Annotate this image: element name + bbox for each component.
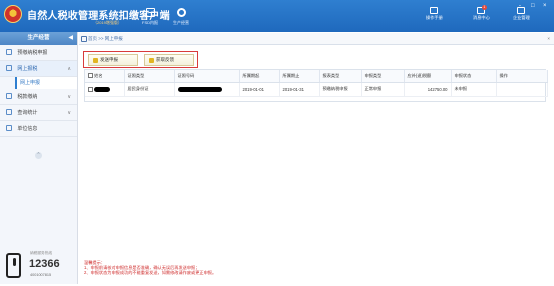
chevron-down-icon: ∨	[67, 94, 71, 100]
notes-panel: 温馨提示： 1、申报前请核对申报信息是否准确，确认无误后再发送申报； 2、申报状…	[84, 260, 544, 276]
send-declaration-button[interactable]: 发送申报	[88, 54, 138, 66]
message-center-button[interactable]: 1 消息中心	[473, 5, 490, 21]
sidebar: 生产经营 ◀ 预缴纳税申报 网上报税 ∧ 网上申报 税款缴纳 ∨ 查询统计 ∨ …	[0, 32, 78, 284]
manual-button[interactable]: 操作手册	[426, 7, 443, 21]
form-icon	[6, 49, 12, 55]
send-icon	[6, 65, 12, 71]
sidebar-item-online-tax[interactable]: 网上报税 ∧	[0, 61, 77, 77]
redacted-name	[94, 86, 111, 92]
period-end-cell: 2019-01-31	[279, 82, 320, 97]
fsd-button[interactable]: FSD内报	[139, 8, 161, 26]
manual-label: 操作手册	[426, 15, 443, 20]
company-management-label: 企业管理	[513, 15, 530, 20]
action-cell[interactable]	[496, 82, 548, 97]
production-label: 生产经营	[173, 20, 189, 25]
tax-emblem-logo	[4, 5, 22, 23]
production-button[interactable]: 生产经营	[170, 8, 192, 26]
declare-type-cell: 正常申报	[361, 82, 405, 97]
header-report-type: 报表类型	[319, 70, 362, 83]
header-id-type: 证照类型	[124, 70, 175, 83]
gear-icon	[176, 8, 186, 17]
id-number-cell	[174, 82, 240, 97]
sidebar-item-unit-info[interactable]: 单位信息	[0, 121, 77, 137]
declare-toolbar: 发送申报 获取反馈	[83, 51, 198, 68]
sidebar-title: 生产经营 ◀	[0, 32, 77, 45]
breadcrumb-separator: >>	[97, 36, 105, 41]
header-name[interactable]: 姓名	[85, 70, 125, 83]
hotline-subnumber: 4001007815	[30, 273, 52, 277]
header-period-end: 所属期止	[279, 70, 320, 83]
chevron-down-icon: ∨	[67, 110, 71, 116]
sidebar-scroll-button[interactable]: ⌃	[35, 152, 42, 159]
breadcrumb-current: 网上申报	[104, 36, 123, 41]
breadcrumb-home[interactable]: 首页	[88, 36, 97, 41]
home-icon	[81, 36, 87, 42]
app-header: 自然人税收管理系统扣缴客户端 （2019增强版） FSD内报 生产经营 操作手册…	[0, 0, 554, 32]
notes-line-2: 2、申报状态为申报成功的不能重复发送，如需修改请作废或更正申报。	[84, 270, 217, 276]
close-button[interactable]: ×	[543, 3, 547, 9]
header-id-number: 证照号码	[174, 70, 240, 83]
company-management-button[interactable]: 企业管理	[513, 7, 530, 21]
fetch-feedback-button[interactable]: 获取反馈	[144, 54, 194, 66]
search-icon	[6, 109, 12, 115]
period-start-cell: 2019-01-01	[239, 82, 280, 97]
row-checkbox[interactable]	[88, 86, 93, 92]
fsd-label: FSD内报	[142, 20, 158, 25]
hotline-number: 12366	[29, 258, 60, 270]
feedback-icon	[149, 58, 154, 63]
sidebar-collapse-icon[interactable]: ◀	[68, 32, 73, 45]
table-row[interactable]: 居民身份证 2019-01-01 2019-01-31 预缴纳税申报 正常申报 …	[85, 82, 548, 97]
select-all-checkbox[interactable]	[88, 72, 93, 78]
report-type-cell: 预缴纳税申报	[319, 82, 362, 97]
header-declare-type: 申报类型	[361, 70, 405, 83]
send-icon	[93, 58, 98, 63]
sidebar-item-query-stats[interactable]: 查询统计 ∨	[0, 105, 77, 121]
header-action: 操作	[496, 70, 548, 83]
maximize-button[interactable]: □	[531, 3, 535, 9]
close-tab-icon[interactable]: ×	[547, 33, 550, 45]
chevron-up-icon: ∧	[67, 66, 71, 72]
sidebar-subitem-online-declare[interactable]: 网上申报	[15, 77, 77, 89]
payment-icon	[6, 93, 12, 99]
sidebar-item-prepay-declare[interactable]: 预缴纳税申报	[0, 45, 77, 61]
header-status: 申报状态	[451, 70, 497, 83]
status-cell: 未申报	[451, 82, 497, 97]
redacted-id-number	[177, 86, 222, 92]
header-period-start: 所属期起	[239, 70, 280, 83]
id-type-cell: 居民身份证	[124, 82, 175, 97]
book-icon	[430, 7, 439, 14]
service-hotline: 纳税服务热线 12366 4001007815	[6, 248, 72, 286]
phone-icon	[6, 253, 21, 278]
minimize-button[interactable]: -	[519, 3, 521, 9]
breadcrumb: 首页 >> 网上申报 ×	[79, 33, 554, 45]
building-icon	[6, 125, 12, 131]
document-icon	[145, 8, 155, 17]
header-amount: 应补(退)税额	[404, 70, 452, 83]
declaration-table: 姓名 证照类型 证照号码 所属期起 所属期止 报表类型 申报类型 应补(退)税额…	[84, 69, 548, 102]
message-count-badge: 1	[481, 5, 487, 10]
table-header-row: 姓名 证照类型 证照号码 所属期起 所属期止 报表类型 申报类型 应补(退)税额…	[85, 70, 548, 83]
hotline-label: 纳税服务热线	[30, 251, 53, 255]
sidebar-item-tax-payment[interactable]: 税款缴纳 ∨	[0, 89, 77, 105]
app-version: （2019增强版）	[93, 20, 122, 25]
amount-cell: 142750.00	[404, 82, 452, 97]
name-cell	[85, 82, 125, 97]
message-center-label: 消息中心	[473, 15, 490, 20]
